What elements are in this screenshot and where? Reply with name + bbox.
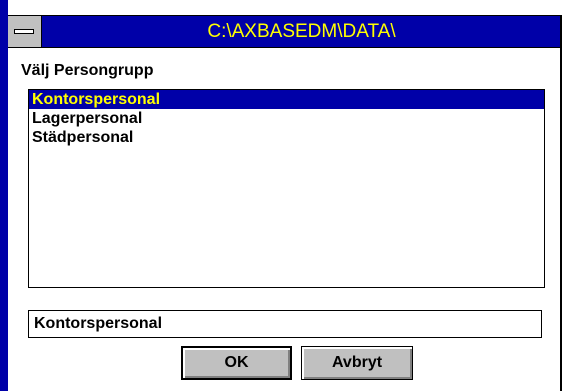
ok-button[interactable]: OK [181, 346, 292, 380]
selection-field[interactable]: Kontorspersonal [28, 310, 542, 338]
list-item-kontorspersonal[interactable]: Kontorspersonal [29, 90, 544, 109]
list-item-lagerpersonal[interactable]: Lagerpersonal [29, 109, 544, 128]
persongroup-listbox[interactable]: Kontorspersonal Lagerpersonal Städperson… [28, 89, 545, 288]
cancel-button[interactable]: Avbryt [301, 346, 413, 380]
list-item-stadpersonal[interactable]: Städpersonal [29, 128, 544, 147]
system-menu-bar [14, 29, 34, 34]
title-bar[interactable]: C:\AXBASEDM\DATA\ [8, 15, 561, 48]
dialog-window: C:\AXBASEDM\DATA\ Välj Persongrupp Konto… [0, 0, 568, 391]
window-frame-right-outer [562, 15, 568, 391]
system-menu-icon[interactable] [8, 16, 42, 47]
window-title: C:\AXBASEDM\DATA\ [207, 21, 396, 42]
prompt-label: Välj Persongrupp [21, 62, 154, 79]
window-border [0, 0, 8, 391]
